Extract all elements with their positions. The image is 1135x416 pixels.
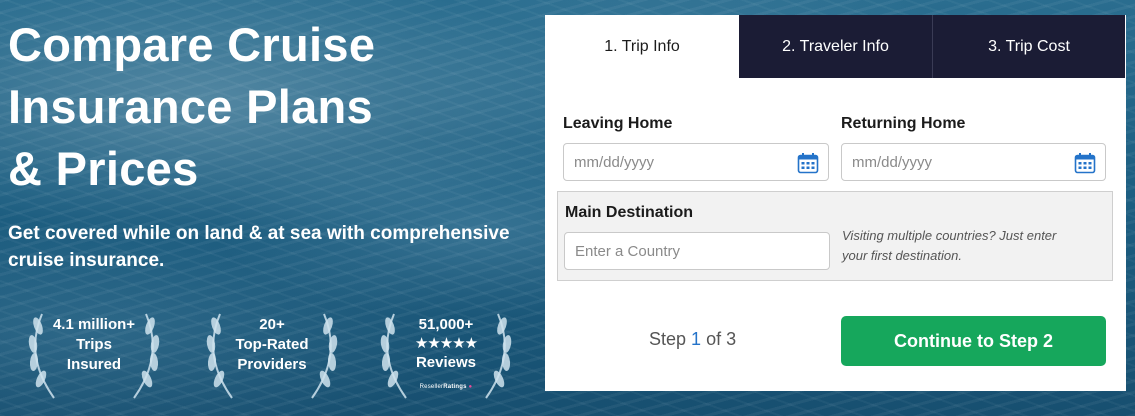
reseller-ratings-logo: ResellerRatings ● bbox=[415, 377, 477, 397]
badge-stat: 51,000+ bbox=[418, 316, 474, 333]
badge-line: Top-Rated bbox=[235, 336, 309, 353]
returning-home-date-field[interactable]: mm/dd/yyyy bbox=[841, 143, 1106, 181]
quote-form-panel: 1. Trip Info 2. Traveler Info 3. Trip Co… bbox=[545, 15, 1126, 391]
main-destination-label: Main Destination bbox=[565, 204, 694, 221]
badge-text: 20+ Top-Rated Providers bbox=[235, 315, 308, 375]
trips-insured-badge: 4.1 million+ Trips Insured bbox=[14, 306, 174, 406]
main-destination-section: Main Destination Enter a Country Visitin… bbox=[557, 191, 1113, 281]
headline-line: & Prices bbox=[8, 142, 199, 195]
hint-line: Visiting multiple countries? Just enter bbox=[842, 228, 1057, 243]
leaving-home-date-field[interactable]: mm/dd/yyyy bbox=[563, 143, 829, 181]
leaving-home-label: Leaving Home bbox=[563, 115, 673, 132]
step-tabs: 1. Trip Info 2. Traveler Info 3. Trip Co… bbox=[545, 15, 1126, 78]
page-title: Compare Cruise Insurance Plans & Prices bbox=[8, 14, 528, 200]
page-subtitle: Get covered while on land & at sea with … bbox=[8, 220, 528, 274]
tab-traveler-info[interactable]: 2. Traveler Info bbox=[739, 15, 932, 78]
returning-home-label: Returning Home bbox=[841, 115, 966, 132]
badge-line: Trips bbox=[76, 336, 112, 353]
subtitle-line: cruise insurance. bbox=[8, 250, 165, 271]
calendar-icon[interactable] bbox=[797, 152, 819, 174]
step-suffix: of 3 bbox=[706, 329, 737, 349]
star-icon: ★★★★★ bbox=[414, 335, 478, 352]
continue-button[interactable]: Continue to Step 2 bbox=[841, 316, 1106, 366]
destination-hint: Visiting multiple countries? Just enter … bbox=[842, 226, 1102, 266]
step-prefix: Step bbox=[649, 329, 687, 349]
check-badge-icon: ● bbox=[468, 384, 473, 390]
returning-home-placeholder: mm/dd/yyyy bbox=[852, 153, 933, 171]
headline-line: Insurance Plans bbox=[8, 80, 373, 133]
badge-stat: 20+ bbox=[259, 316, 285, 333]
tab-trip-info[interactable]: 1. Trip Info bbox=[545, 15, 739, 78]
badge-line: Insured bbox=[66, 356, 122, 373]
badge-line: Providers bbox=[237, 356, 307, 373]
headline-line: Compare Cruise bbox=[8, 18, 376, 71]
badge-text: 51,000+ ★★★★★ Reviews ResellerRatings ● bbox=[414, 315, 478, 397]
destination-placeholder: Enter a Country bbox=[575, 242, 681, 260]
leaving-home-placeholder: mm/dd/yyyy bbox=[574, 153, 655, 171]
destination-country-input[interactable]: Enter a Country bbox=[564, 232, 830, 270]
reseller-ratings-brand: Ratings bbox=[443, 384, 467, 390]
top-rated-providers-badge: 20+ Top-Rated Providers bbox=[192, 306, 352, 406]
hint-line: your first destination. bbox=[842, 248, 962, 263]
reviews-badge: 51,000+ ★★★★★ Reviews ResellerRatings ● bbox=[366, 306, 526, 406]
badge-line: Reviews bbox=[415, 354, 477, 371]
calendar-icon[interactable] bbox=[1074, 152, 1096, 174]
step-indicator: Step 1 of 3 bbox=[649, 329, 736, 350]
trust-badges: 4.1 million+ Trips Insured 20+ Top-Rated… bbox=[14, 306, 524, 406]
badge-stat: 4.1 million+ bbox=[52, 316, 136, 333]
subtitle-line: Get covered while on land & at sea with … bbox=[8, 223, 510, 244]
reseller-ratings-prefix: Reseller bbox=[419, 384, 444, 390]
tab-trip-cost[interactable]: 3. Trip Cost bbox=[932, 15, 1125, 78]
badge-text: 4.1 million+ Trips Insured bbox=[53, 315, 135, 375]
step-current: 1 bbox=[691, 329, 702, 349]
